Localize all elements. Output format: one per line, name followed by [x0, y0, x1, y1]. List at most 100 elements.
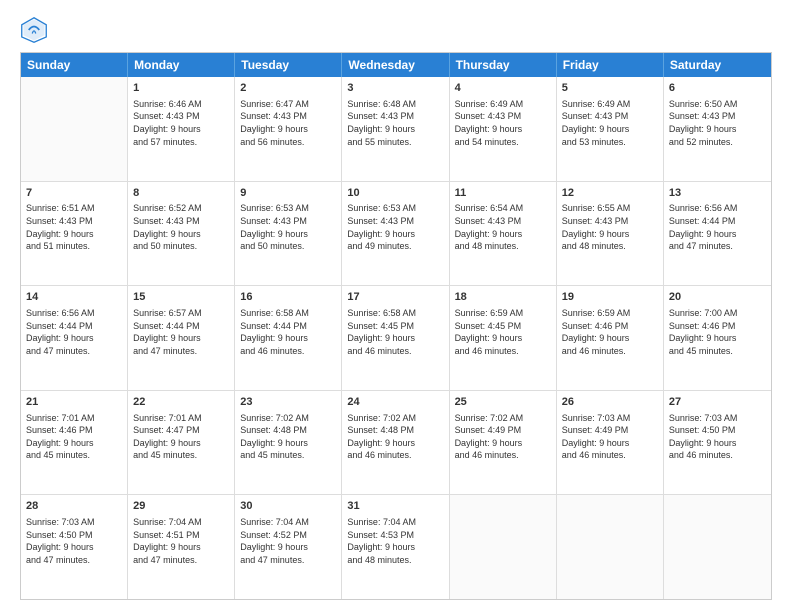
cell-info-line: Sunset: 4:43 PM: [347, 110, 443, 123]
day-number: 14: [26, 290, 122, 305]
day-cell-2: 2Sunrise: 6:47 AMSunset: 4:43 PMDaylight…: [235, 77, 342, 181]
day-cell-18: 18Sunrise: 6:59 AMSunset: 4:45 PMDayligh…: [450, 286, 557, 390]
day-number: 8: [133, 186, 229, 201]
day-number: 15: [133, 290, 229, 305]
cell-info-line: Daylight: 9 hours: [133, 541, 229, 554]
cell-info-line: Sunrise: 6:55 AM: [562, 202, 658, 215]
cell-info-line: Sunrise: 6:46 AM: [133, 98, 229, 111]
empty-cell: [450, 495, 557, 599]
cell-info-line: Sunrise: 6:48 AM: [347, 98, 443, 111]
cell-info-line: and 48 minutes.: [347, 554, 443, 567]
cell-info-line: and 47 minutes.: [26, 345, 122, 358]
day-number: 20: [669, 290, 766, 305]
cell-info-line: Daylight: 9 hours: [26, 437, 122, 450]
cell-info-line: and 46 minutes.: [455, 449, 551, 462]
day-number: 25: [455, 395, 551, 410]
day-number: 21: [26, 395, 122, 410]
day-number: 29: [133, 499, 229, 514]
cell-info-line: and 45 minutes.: [240, 449, 336, 462]
day-of-week-friday: Friday: [557, 53, 664, 77]
cell-info-line: Sunrise: 7:04 AM: [347, 516, 443, 529]
day-of-week-tuesday: Tuesday: [235, 53, 342, 77]
cell-info-line: Sunset: 4:43 PM: [669, 110, 766, 123]
cell-info-line: Sunrise: 6:59 AM: [455, 307, 551, 320]
cell-info-line: Daylight: 9 hours: [240, 228, 336, 241]
cell-info-line: Sunrise: 7:03 AM: [669, 412, 766, 425]
day-number: 24: [347, 395, 443, 410]
cell-info-line: Sunset: 4:52 PM: [240, 529, 336, 542]
cell-info-line: Sunrise: 6:47 AM: [240, 98, 336, 111]
day-number: 28: [26, 499, 122, 514]
cell-info-line: and 48 minutes.: [455, 240, 551, 253]
calendar-week-4: 21Sunrise: 7:01 AMSunset: 4:46 PMDayligh…: [21, 391, 771, 496]
day-cell-21: 21Sunrise: 7:01 AMSunset: 4:46 PMDayligh…: [21, 391, 128, 495]
cell-info-line: Sunrise: 7:04 AM: [133, 516, 229, 529]
day-cell-20: 20Sunrise: 7:00 AMSunset: 4:46 PMDayligh…: [664, 286, 771, 390]
cell-info-line: Daylight: 9 hours: [240, 123, 336, 136]
cell-info-line: Sunset: 4:45 PM: [347, 320, 443, 333]
cell-info-line: and 52 minutes.: [669, 136, 766, 149]
cell-info-line: Sunset: 4:43 PM: [133, 215, 229, 228]
cell-info-line: and 46 minutes.: [240, 345, 336, 358]
cell-info-line: Daylight: 9 hours: [562, 123, 658, 136]
cell-info-line: Sunrise: 6:49 AM: [455, 98, 551, 111]
cell-info-line: Sunset: 4:43 PM: [562, 215, 658, 228]
day-cell-4: 4Sunrise: 6:49 AMSunset: 4:43 PMDaylight…: [450, 77, 557, 181]
cell-info-line: Daylight: 9 hours: [240, 332, 336, 345]
cell-info-line: Daylight: 9 hours: [347, 541, 443, 554]
cell-info-line: Daylight: 9 hours: [669, 228, 766, 241]
cell-info-line: and 53 minutes.: [562, 136, 658, 149]
cell-info-line: Sunset: 4:43 PM: [455, 110, 551, 123]
day-number: 16: [240, 290, 336, 305]
cell-info-line: Sunset: 4:46 PM: [562, 320, 658, 333]
day-cell-23: 23Sunrise: 7:02 AMSunset: 4:48 PMDayligh…: [235, 391, 342, 495]
day-cell-26: 26Sunrise: 7:03 AMSunset: 4:49 PMDayligh…: [557, 391, 664, 495]
day-number: 9: [240, 186, 336, 201]
calendar-week-2: 7Sunrise: 6:51 AMSunset: 4:43 PMDaylight…: [21, 182, 771, 287]
cell-info-line: Sunrise: 7:00 AM: [669, 307, 766, 320]
calendar: SundayMondayTuesdayWednesdayThursdayFrid…: [20, 52, 772, 600]
cell-info-line: and 49 minutes.: [347, 240, 443, 253]
cell-info-line: Sunrise: 6:53 AM: [240, 202, 336, 215]
cell-info-line: Daylight: 9 hours: [26, 228, 122, 241]
cell-info-line: Daylight: 9 hours: [455, 228, 551, 241]
cell-info-line: Daylight: 9 hours: [347, 228, 443, 241]
cell-info-line: and 45 minutes.: [669, 345, 766, 358]
day-cell-9: 9Sunrise: 6:53 AMSunset: 4:43 PMDaylight…: [235, 182, 342, 286]
day-of-week-thursday: Thursday: [450, 53, 557, 77]
day-cell-13: 13Sunrise: 6:56 AMSunset: 4:44 PMDayligh…: [664, 182, 771, 286]
cell-info-line: Daylight: 9 hours: [562, 228, 658, 241]
day-cell-19: 19Sunrise: 6:59 AMSunset: 4:46 PMDayligh…: [557, 286, 664, 390]
cell-info-line: Sunset: 4:51 PM: [133, 529, 229, 542]
cell-info-line: Daylight: 9 hours: [669, 332, 766, 345]
day-number: 1: [133, 81, 229, 96]
cell-info-line: Sunrise: 7:01 AM: [26, 412, 122, 425]
day-cell-5: 5Sunrise: 6:49 AMSunset: 4:43 PMDaylight…: [557, 77, 664, 181]
cell-info-line: Daylight: 9 hours: [347, 437, 443, 450]
logo: [20, 16, 52, 44]
empty-cell: [557, 495, 664, 599]
cell-info-line: Sunrise: 6:59 AM: [562, 307, 658, 320]
cell-info-line: Daylight: 9 hours: [26, 332, 122, 345]
day-cell-24: 24Sunrise: 7:02 AMSunset: 4:48 PMDayligh…: [342, 391, 449, 495]
day-cell-10: 10Sunrise: 6:53 AMSunset: 4:43 PMDayligh…: [342, 182, 449, 286]
day-cell-7: 7Sunrise: 6:51 AMSunset: 4:43 PMDaylight…: [21, 182, 128, 286]
cell-info-line: Sunrise: 6:51 AM: [26, 202, 122, 215]
calendar-header: SundayMondayTuesdayWednesdayThursdayFrid…: [21, 53, 771, 77]
cell-info-line: Sunset: 4:43 PM: [562, 110, 658, 123]
cell-info-line: Daylight: 9 hours: [455, 437, 551, 450]
cell-info-line: and 50 minutes.: [133, 240, 229, 253]
calendar-week-3: 14Sunrise: 6:56 AMSunset: 4:44 PMDayligh…: [21, 286, 771, 391]
cell-info-line: Sunset: 4:49 PM: [455, 424, 551, 437]
cell-info-line: Sunrise: 7:03 AM: [562, 412, 658, 425]
cell-info-line: Sunrise: 6:52 AM: [133, 202, 229, 215]
cell-info-line: and 46 minutes.: [669, 449, 766, 462]
cell-info-line: Daylight: 9 hours: [455, 123, 551, 136]
cell-info-line: Sunset: 4:43 PM: [26, 215, 122, 228]
cell-info-line: Sunset: 4:44 PM: [26, 320, 122, 333]
day-number: 30: [240, 499, 336, 514]
day-number: 17: [347, 290, 443, 305]
cell-info-line: Sunset: 4:43 PM: [240, 215, 336, 228]
day-cell-27: 27Sunrise: 7:03 AMSunset: 4:50 PMDayligh…: [664, 391, 771, 495]
day-cell-25: 25Sunrise: 7:02 AMSunset: 4:49 PMDayligh…: [450, 391, 557, 495]
